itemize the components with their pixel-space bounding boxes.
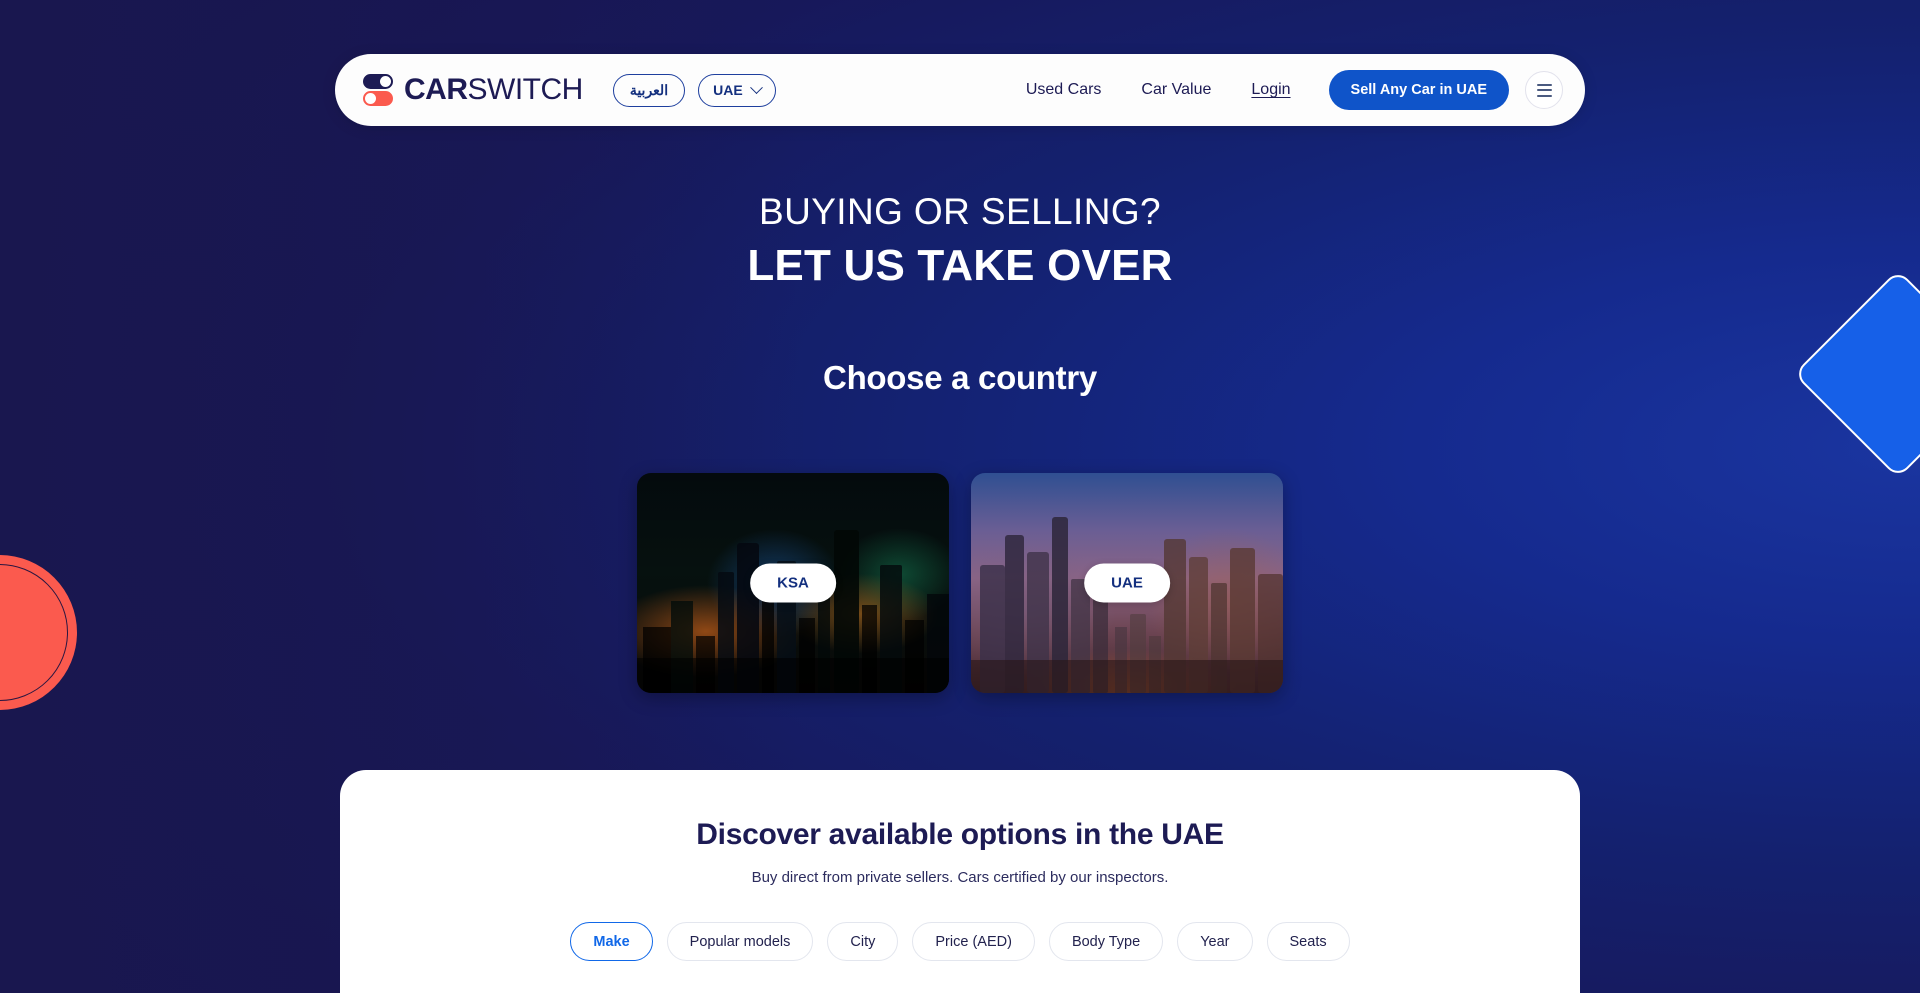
filter-pill-popular-models[interactable]: Popular models bbox=[666, 922, 814, 961]
filter-pill-body-type[interactable]: Body Type bbox=[1048, 922, 1164, 961]
nav-links: Used Cars Car Value Login Sell Any Car i… bbox=[1006, 70, 1563, 110]
brand-logo[interactable]: CARSWITCH bbox=[363, 73, 583, 107]
navbar: CARSWITCH العربية UAE Used Cars Car Valu… bbox=[335, 54, 1585, 126]
filter-pill-make[interactable]: Make bbox=[570, 922, 653, 961]
discover-options-panel: Discover available options in the UAE Bu… bbox=[340, 770, 1580, 993]
filter-pill-list: Make Popular models City Price (AED) Bod… bbox=[340, 922, 1580, 961]
country-selector[interactable]: UAE bbox=[698, 73, 776, 107]
brand-wordmark: CARSWITCH bbox=[404, 73, 583, 107]
country-card-label-ksa: KSA bbox=[750, 563, 836, 603]
header: CARSWITCH العربية UAE Used Cars Car Valu… bbox=[0, 54, 1920, 126]
language-toggle-arabic[interactable]: العربية bbox=[612, 73, 686, 107]
hamburger-menu-icon[interactable] bbox=[1525, 71, 1563, 109]
brand-name-bold: CAR bbox=[404, 73, 468, 106]
nav-link-login[interactable]: Login bbox=[1231, 81, 1310, 99]
country-card-label-uae: UAE bbox=[1084, 563, 1170, 603]
hero-section: BUYING OR SELLING? LET US TAKE OVER Choo… bbox=[0, 190, 1920, 397]
sell-any-car-button[interactable]: Sell Any Car in UAE bbox=[1328, 70, 1509, 110]
chevron-down-icon bbox=[749, 80, 763, 94]
toggle-switch-icon bbox=[363, 73, 393, 107]
nav-link-used-cars[interactable]: Used Cars bbox=[1006, 81, 1122, 99]
country-selector-label: UAE bbox=[713, 82, 743, 98]
filter-pill-seats[interactable]: Seats bbox=[1266, 922, 1350, 961]
choose-country-heading: Choose a country bbox=[823, 359, 1097, 397]
country-card-ksa[interactable]: KSA bbox=[637, 473, 949, 693]
country-card-uae[interactable]: UAE bbox=[971, 473, 1283, 693]
filter-pill-year[interactable]: Year bbox=[1177, 922, 1253, 961]
country-card-list: KSA UAE bbox=[0, 473, 1920, 693]
hero-headline-light: BUYING OR SELLING? bbox=[759, 191, 1161, 232]
panel-subtitle: Buy direct from private sellers. Cars ce… bbox=[751, 869, 1169, 886]
brand-name-thin: SWITCH bbox=[467, 73, 584, 106]
filter-pill-city[interactable]: City bbox=[827, 922, 899, 961]
panel-title: Discover available options in the UAE bbox=[696, 818, 1224, 851]
nav-link-car-value[interactable]: Car Value bbox=[1121, 81, 1231, 99]
filter-pill-price[interactable]: Price (AED) bbox=[912, 922, 1035, 961]
hero-headline-bold: LET US TAKE OVER bbox=[747, 240, 1173, 290]
